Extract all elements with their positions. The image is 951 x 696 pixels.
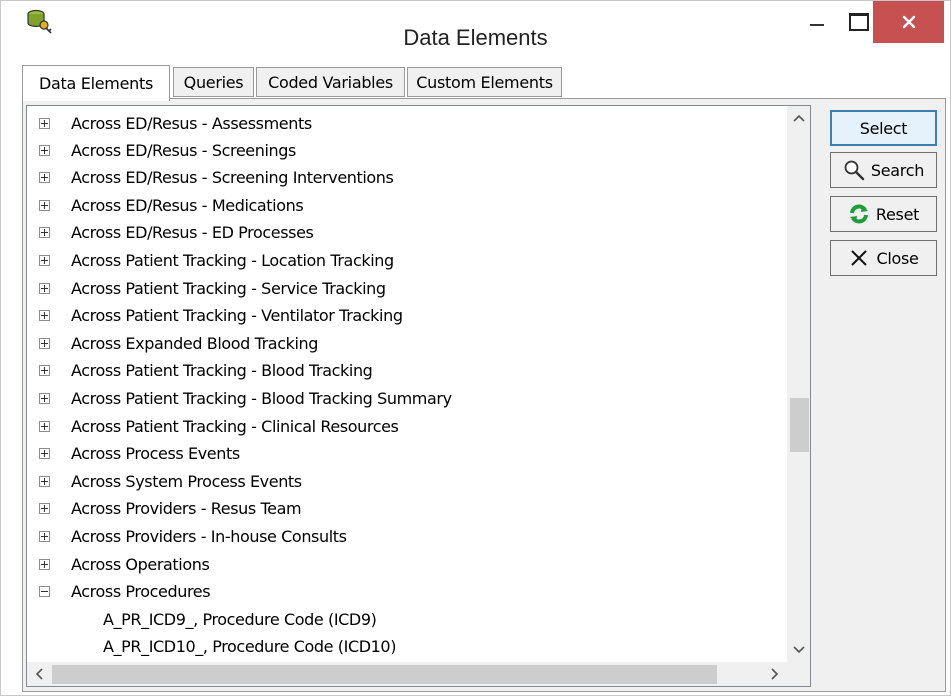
refresh-icon	[848, 203, 870, 225]
tree-node[interactable]: Across Procedures	[27, 578, 787, 605]
reset-button-label: Reset	[875, 204, 920, 224]
expand-icon[interactable]	[39, 503, 50, 514]
scroll-right-icon[interactable]	[763, 662, 787, 686]
tree-node[interactable]: Across Providers - Resus Team	[27, 495, 787, 522]
tree-node-label: Across Providers - Resus Team	[71, 499, 302, 518]
scroll-down-icon[interactable]	[787, 638, 810, 662]
search-button-label: Search	[870, 160, 925, 180]
close-window-button[interactable]	[873, 1, 944, 43]
tree-node-label: Across Patient Tracking - Service Tracki…	[71, 279, 386, 298]
expand-icon[interactable]	[39, 118, 50, 129]
tab-custom-elements[interactable]: Custom Elements	[407, 67, 562, 97]
tree-node-label: Across Patient Tracking - Location Track…	[71, 251, 394, 270]
expand-icon[interactable]	[39, 310, 50, 321]
tree-leaf-label: A_PR_ICD10_, Procedure Code (ICD10)	[103, 637, 397, 656]
tree-node[interactable]: Across Patient Tracking - Ventilator Tra…	[27, 302, 787, 329]
scroll-up-icon[interactable]	[787, 106, 810, 130]
title-bar: Data Elements	[1, 1, 950, 65]
horizontal-scroll-thumb[interactable]	[52, 665, 717, 684]
scroll-left-icon[interactable]	[27, 662, 51, 686]
expand-icon[interactable]	[39, 448, 50, 459]
tree-node[interactable]: Across ED/Resus - Screenings	[27, 137, 787, 164]
expand-icon[interactable]	[39, 393, 50, 404]
scrollbar-corner	[787, 662, 810, 686]
tree-node[interactable]: Across Process Events	[27, 440, 787, 467]
tree-node-label: Across ED/Resus - Screening Intervention…	[71, 168, 394, 187]
tree-node-label: Across Expanded Blood Tracking	[71, 334, 319, 353]
search-icon	[843, 159, 865, 181]
expand-icon[interactable]	[39, 200, 50, 211]
close-button-label: Close	[876, 248, 919, 268]
select-button[interactable]: Select	[830, 110, 937, 146]
horizontal-scrollbar[interactable]	[27, 662, 787, 686]
tree-node-label: Across Providers - In-house Consults	[71, 527, 347, 546]
tree-node[interactable]: Across System Process Events	[27, 468, 787, 495]
tree-node-label: Across ED/Resus - Screenings	[71, 141, 296, 160]
tree-node-label: Across Patient Tracking - Ventilator Tra…	[71, 306, 403, 325]
tree-node-label: Across ED/Resus - Medications	[71, 196, 304, 215]
vertical-scrollbar[interactable]	[787, 106, 810, 662]
maximize-icon	[849, 13, 869, 31]
expand-icon[interactable]	[39, 338, 50, 349]
select-button-label: Select	[859, 118, 908, 138]
tree-leaf-label: A_PR_ICD9_, Procedure Code (ICD9)	[103, 610, 377, 629]
close-icon	[902, 15, 915, 29]
expand-icon[interactable]	[39, 365, 50, 376]
tree-node-label: Across Process Events	[71, 444, 240, 463]
close-button[interactable]: Close	[830, 240, 937, 276]
tab-coded-variables[interactable]: Coded Variables	[256, 67, 405, 97]
tree-node[interactable]: Across ED/Resus - Assessments	[27, 110, 787, 137]
tree-node[interactable]: Across Patient Tracking - Clinical Resou…	[27, 413, 787, 440]
tree-node-label: Across Patient Tracking - Blood Tracking	[71, 361, 373, 380]
expand-icon[interactable]	[39, 421, 50, 432]
data-elements-tree[interactable]: Across ED/Resus - Assessments Across ED/…	[26, 105, 811, 687]
expand-icon[interactable]	[39, 476, 50, 487]
expand-icon[interactable]	[39, 559, 50, 570]
reset-button[interactable]: Reset	[830, 196, 937, 232]
tree-node[interactable]: Across Patient Tracking - Service Tracki…	[27, 275, 787, 302]
tree-node-label: Across Procedures	[71, 582, 211, 601]
tree-node-label: Across Operations	[71, 555, 210, 574]
tree-leaf[interactable]: A_PR_ICD10_, Procedure Code (ICD10)	[27, 633, 787, 660]
expand-icon[interactable]	[39, 227, 50, 238]
expand-icon[interactable]	[39, 255, 50, 266]
expand-icon[interactable]	[39, 145, 50, 156]
tab-queries[interactable]: Queries	[173, 67, 254, 97]
tree-leaf[interactable]: A_PR_ICD9_, Procedure Code (ICD9)	[27, 606, 787, 633]
vertical-scroll-thumb[interactable]	[790, 398, 809, 452]
tree-node-label: Across ED/Resus - Assessments	[71, 114, 312, 133]
tree-node[interactable]: Across ED/Resus - Medications	[27, 192, 787, 219]
tree-node-label: Across Patient Tracking - Clinical Resou…	[71, 417, 399, 436]
tree-node[interactable]: Across ED/Resus - ED Processes	[27, 219, 787, 246]
expand-icon[interactable]	[39, 172, 50, 183]
minimize-icon	[810, 24, 824, 26]
close-icon	[848, 247, 870, 269]
tree-node-label: Across Patient Tracking - Blood Tracking…	[71, 389, 452, 408]
tree-node[interactable]: Across ED/Resus - Screening Intervention…	[27, 164, 787, 191]
tree-node[interactable]: Across Providers - In-house Consults	[27, 523, 787, 550]
data-elements-window: Data Elements Data Elements Queries Code…	[0, 0, 951, 696]
tree-node[interactable]: Across Patient Tracking - Location Track…	[27, 247, 787, 274]
tree-node-label: Across ED/Resus - ED Processes	[71, 223, 314, 242]
tree-node[interactable]: Across Operations	[27, 551, 787, 578]
tree-node[interactable]: Across Patient Tracking - Blood Tracking…	[27, 385, 787, 412]
collapse-icon[interactable]	[39, 586, 50, 597]
search-button[interactable]: Search	[830, 152, 937, 188]
tree-node[interactable]: Across Expanded Blood Tracking	[27, 330, 787, 357]
expand-icon[interactable]	[39, 283, 50, 294]
expand-icon[interactable]	[39, 531, 50, 542]
tab-data-elements[interactable]: Data Elements	[22, 65, 170, 101]
tree-node[interactable]: Across Patient Tracking - Blood Tracking	[27, 357, 787, 384]
tree-node-label: Across System Process Events	[71, 472, 302, 491]
